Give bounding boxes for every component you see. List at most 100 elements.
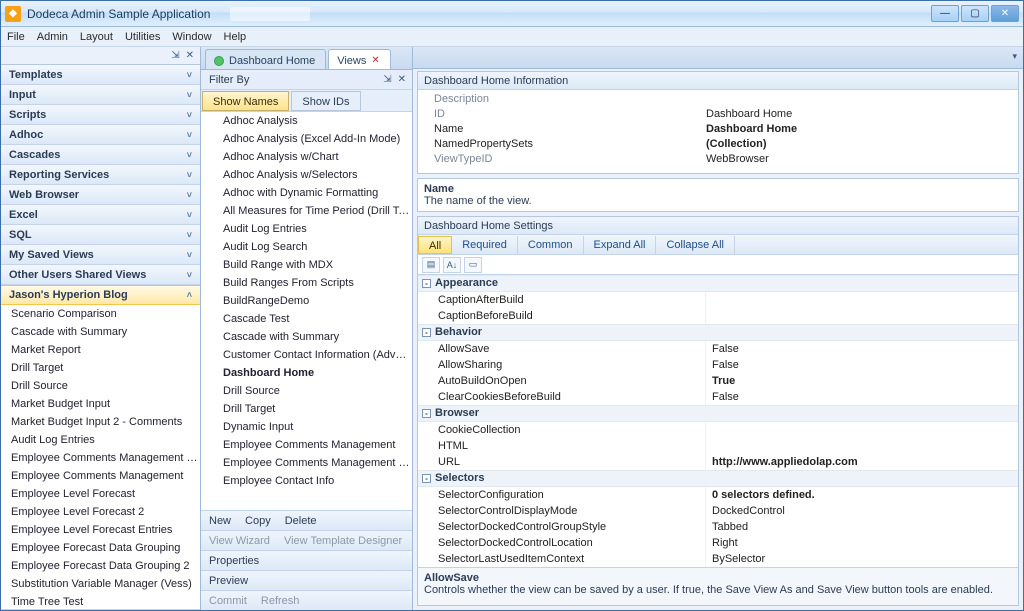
property-row[interactable]: CookieCollection <box>418 422 1018 438</box>
view-list-item[interactable]: Audit Log Search <box>201 238 412 256</box>
sidebar-category[interactable]: Cascades˅ <box>1 145 200 165</box>
view-list-item[interactable]: Employee Contact Info <box>201 472 412 490</box>
property-value[interactable] <box>706 438 712 454</box>
close-icon[interactable]: ✕ <box>398 70 406 90</box>
sidebar-category[interactable]: Excel˅ <box>1 205 200 225</box>
sidebar-item[interactable]: Employee Comments Management <box>1 467 200 485</box>
sidebar-item[interactable]: Employee Level Forecast <box>1 485 200 503</box>
close-icon[interactable]: ✕ <box>371 55 379 66</box>
sidebar-item[interactable]: Employee Level Forecast Entries <box>1 521 200 539</box>
maximize-button[interactable]: ▢ <box>961 5 989 22</box>
menu-window[interactable]: Window <box>172 31 211 43</box>
menu-layout[interactable]: Layout <box>80 31 113 43</box>
pin-icon[interactable]: ⇲ <box>171 50 179 61</box>
action-preview[interactable]: Preview <box>209 571 248 590</box>
view-list-item[interactable]: Dynamic Input <box>201 418 412 436</box>
menu-file[interactable]: File <box>7 31 25 43</box>
settings-tab-expand-all[interactable]: Expand All <box>584 236 657 254</box>
sidebar-category-selected[interactable]: Jason's Hyperion Blog ˄ <box>1 285 200 305</box>
view-list-item[interactable]: Customer Contact Information (Advent... <box>201 346 412 364</box>
sidebar-item[interactable]: Market Report <box>1 341 200 359</box>
collapse-icon[interactable]: - <box>422 328 431 337</box>
sidebar-category[interactable]: Web Browser˅ <box>1 185 200 205</box>
property-row[interactable]: HTML <box>418 438 1018 454</box>
action-new[interactable]: New <box>209 511 231 530</box>
sidebar-category[interactable]: Other Users Shared Views˅ <box>1 265 200 285</box>
action-copy[interactable]: Copy <box>245 511 271 530</box>
property-value[interactable] <box>706 422 712 438</box>
property-value[interactable]: True <box>706 373 735 389</box>
property-value[interactable]: Tabbed <box>706 519 748 535</box>
property-row[interactable]: URLhttp://www.appliedolap.com <box>418 454 1018 470</box>
property-value[interactable] <box>706 292 712 308</box>
sidebar-item[interactable]: Drill Target <box>1 359 200 377</box>
view-list-item[interactable]: BuildRangeDemo <box>201 292 412 310</box>
menu-help[interactable]: Help <box>224 31 247 43</box>
property-value[interactable]: 0 selectors defined. <box>706 487 815 503</box>
property-row[interactable]: SelectorDockedControlLocationRight <box>418 535 1018 551</box>
view-list-item[interactable]: All Measures for Time Period (Drill Targ… <box>201 202 412 220</box>
property-row[interactable]: SelectorConfiguration0 selectors defined… <box>418 487 1018 503</box>
property-value[interactable] <box>706 308 712 324</box>
sidebar-category[interactable]: Adhoc˅ <box>1 125 200 145</box>
doc-tab[interactable]: Dashboard Home <box>205 49 326 69</box>
property-row[interactable]: CaptionAfterBuild <box>418 292 1018 308</box>
view-list-item[interactable]: Adhoc Analysis w/Selectors <box>201 166 412 184</box>
minimize-button[interactable]: — <box>931 5 959 22</box>
sidebar-category[interactable]: Reporting Services˅ <box>1 165 200 185</box>
menu-admin[interactable]: Admin <box>37 31 68 43</box>
view-list-item[interactable]: Adhoc Analysis (Excel Add-In Mode) <box>201 130 412 148</box>
property-row[interactable]: SelectorDockedControlGroupStyleTabbed <box>418 519 1018 535</box>
view-list-item[interactable]: Build Ranges From Scripts <box>201 274 412 292</box>
view-list-item[interactable]: Adhoc Analysis w/Chart <box>201 148 412 166</box>
collapse-icon[interactable]: - <box>422 409 431 418</box>
dropdown-icon[interactable]: ▾ <box>1012 51 1017 62</box>
property-value[interactable]: DockedControl <box>706 503 785 519</box>
page-icon[interactable]: ▭ <box>464 257 482 273</box>
sidebar-item[interactable]: Employee Forecast Data Grouping 2 <box>1 557 200 575</box>
settings-tab-common[interactable]: Common <box>518 236 584 254</box>
property-category[interactable]: -Selectors <box>418 470 1018 487</box>
view-list-item[interactable]: Build Range with MDX <box>201 256 412 274</box>
sidebar-category[interactable]: Templates˅ <box>1 65 200 85</box>
property-value[interactable]: http://www.appliedolap.com <box>706 454 858 470</box>
collapse-icon[interactable]: - <box>422 279 431 288</box>
property-row[interactable]: ClearCookiesBeforeBuildFalse <box>418 389 1018 405</box>
property-row[interactable]: AllowSaveFalse <box>418 341 1018 357</box>
property-value[interactable]: Right <box>706 535 738 551</box>
sidebar-category[interactable]: Input˅ <box>1 85 200 105</box>
sidebar-category[interactable]: Scripts˅ <box>1 105 200 125</box>
sidebar-item[interactable]: Cascade with Summary <box>1 323 200 341</box>
categorize-icon[interactable]: ▤ <box>422 257 440 273</box>
view-list-item[interactable]: Drill Source <box>201 382 412 400</box>
property-grid[interactable]: -AppearanceCaptionAfterBuildCaptionBefor… <box>418 275 1018 567</box>
view-list-item[interactable]: Audit Log Entries <box>201 220 412 238</box>
collapse-icon[interactable]: - <box>422 474 431 483</box>
menu-utilities[interactable]: Utilities <box>125 31 160 43</box>
view-list-item[interactable]: Cascade Test <box>201 310 412 328</box>
sidebar-item[interactable]: Audit Log Entries <box>1 431 200 449</box>
doc-tab[interactable]: Views✕ <box>328 49 391 69</box>
sidebar-item[interactable]: Market Budget Input <box>1 395 200 413</box>
view-list-item[interactable]: Adhoc Analysis <box>201 112 412 130</box>
sidebar-item[interactable]: Employee Level Forecast 2 <box>1 503 200 521</box>
settings-tab-collapse-all[interactable]: Collapse All <box>656 236 734 254</box>
sidebar-item[interactable]: Scenario Comparison <box>1 305 200 323</box>
settings-tab-required[interactable]: Required <box>452 236 518 254</box>
sidebar-item[interactable]: Substitution Variable Manager (Vess) <box>1 575 200 593</box>
property-value[interactable]: False <box>706 341 739 357</box>
action-properties[interactable]: Properties <box>209 551 259 570</box>
property-category[interactable]: -Browser <box>418 405 1018 422</box>
close-button[interactable]: ✕ <box>991 5 1019 22</box>
show-names-button[interactable]: Show Names <box>202 91 289 111</box>
sidebar-item[interactable]: Employee Forecast Data Grouping <box>1 539 200 557</box>
sidebar-item[interactable]: Time Tree Test <box>1 593 200 610</box>
property-value[interactable]: False <box>706 389 739 405</box>
sidebar-item[interactable]: Market Budget Input 2 - Comments <box>1 413 200 431</box>
close-icon[interactable]: ✕ <box>186 50 194 61</box>
view-list-item[interactable]: Dashboard Home <box>201 364 412 382</box>
action-delete[interactable]: Delete <box>285 511 317 530</box>
view-list-item[interactable]: Cascade with Summary <box>201 328 412 346</box>
sidebar-item[interactable]: Drill Source <box>1 377 200 395</box>
property-row[interactable]: CaptionBeforeBuild <box>418 308 1018 324</box>
